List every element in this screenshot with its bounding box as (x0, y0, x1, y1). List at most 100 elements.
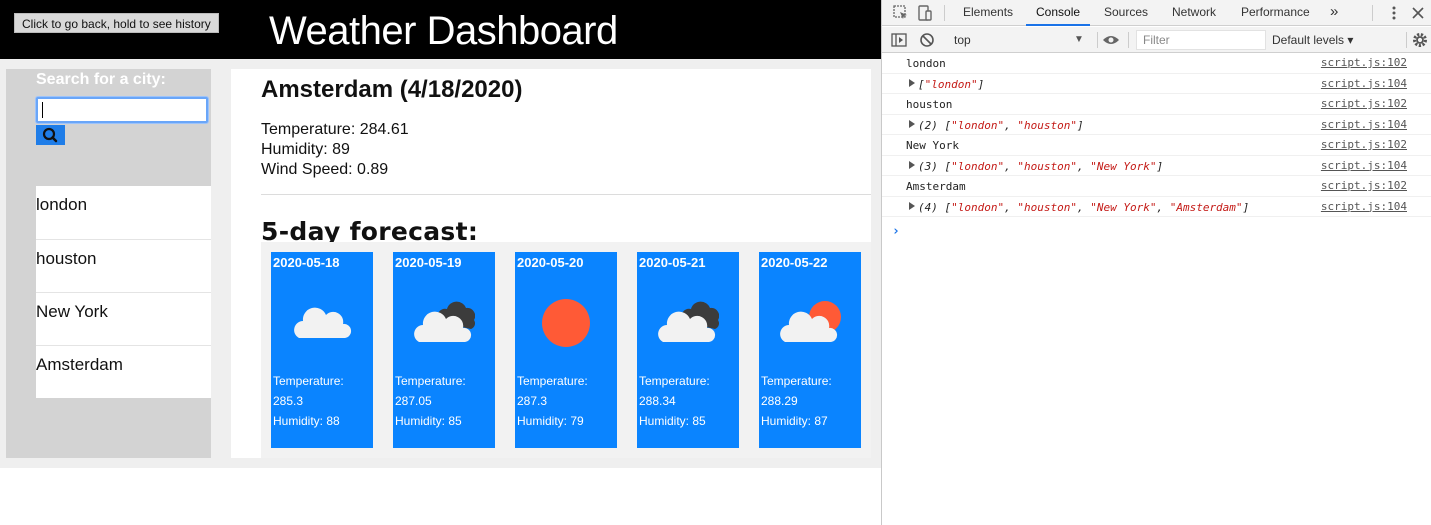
tab-performance[interactable]: Performance (1241, 0, 1310, 26)
array-item: "Amsterdam" (1169, 200, 1243, 214)
console-array-row: (4) ["london", "houston", "New York", "A… (882, 197, 1431, 217)
chevron-down-icon: ▼ (1074, 34, 1084, 45)
source-link[interactable]: script.js:104 (1321, 77, 1407, 90)
header-bar: Click to go back, hold to see history We… (0, 0, 881, 59)
console-message-row: houston script.js:102 (882, 94, 1431, 115)
array-prefix: (3) (918, 159, 945, 173)
source-link[interactable]: script.js:102 (1321, 179, 1407, 192)
forecast-card: 2020-05-19 Temperature: 287.05 Humidity:… (393, 252, 495, 448)
tab-sources[interactable]: Sources (1104, 0, 1148, 26)
dark-clouds-icon (658, 301, 719, 342)
source-link[interactable]: script.js:104 (1321, 159, 1407, 172)
toolbar-separator (1128, 32, 1129, 48)
forecast-strip: 2020-05-18 Temperature: 285.3 Humidity: … (261, 242, 871, 458)
city-history-item[interactable]: houston (36, 239, 211, 292)
console-message-row: london script.js:102 (882, 53, 1431, 74)
expand-triangle-icon[interactable] (909, 201, 915, 210)
more-tabs-button[interactable]: » (1330, 0, 1338, 26)
forecast-humidity: Humidity: 85 (639, 414, 706, 428)
console-log: london script.js:102 ["london"] script.j… (882, 53, 1431, 217)
array-item: "houston" (1017, 159, 1077, 173)
source-link[interactable]: script.js:102 (1321, 97, 1407, 110)
show-sidebar-icon[interactable] (890, 31, 908, 49)
tab-console[interactable]: Console (1026, 0, 1091, 26)
section-divider (261, 194, 871, 195)
current-wind-speed: Wind Speed: 0.89 (261, 161, 389, 178)
forecast-humidity: Humidity: 79 (517, 414, 584, 428)
console-toolbar: top ▼ Filter Default levels ▾ (882, 27, 1431, 53)
weather-main-panel: Amsterdam (4/18/2020) Temperature: 284.6… (231, 69, 871, 458)
array-item: "New York" (1090, 159, 1157, 173)
array-item: "london" (924, 77, 978, 91)
console-array[interactable]: (4) ["london", "houston", "New York", "A… (918, 201, 1249, 214)
forecast-date: 2020-05-18 (273, 255, 340, 270)
forecast-temp-label: Temperature: (395, 374, 466, 388)
devtools-panel: Elements Console Sources Network Perform… (881, 0, 1431, 525)
context-select[interactable]: top ▼ (948, 30, 1088, 50)
console-array-row: ["london"] script.js:104 (882, 74, 1431, 94)
console-array[interactable]: (2) ["london", "houston"] (918, 119, 1084, 132)
log-levels-select[interactable]: Default levels ▾ (1272, 30, 1353, 50)
search-icon (42, 127, 58, 143)
array-item: "houston" (1017, 118, 1077, 132)
forecast-stats: Temperature: 285.3 Humidity: 88 (273, 371, 344, 431)
page-content: Search for a city: london houston New Yo… (0, 59, 881, 468)
current-weather-title: Amsterdam (4/18/2020) (261, 76, 523, 103)
forecast-stats: Temperature: 287.3 Humidity: 79 (517, 371, 588, 431)
forecast-card: 2020-05-22 Temperature: 288.29 Humidity:… (759, 252, 861, 448)
forecast-temp-label: Temperature: (761, 374, 832, 388)
forecast-date: 2020-05-19 (395, 255, 462, 270)
forecast-temp-label: Temperature: (639, 374, 710, 388)
forecast-humidity: Humidity: 87 (761, 414, 828, 428)
sidebar: Search for a city: london houston New Yo… (6, 69, 211, 458)
console-array-row: (3) ["london", "houston", "New York"] sc… (882, 156, 1431, 176)
forecast-card: 2020-05-18 Temperature: 285.3 Humidity: … (271, 252, 373, 448)
source-link[interactable]: script.js:102 (1321, 138, 1407, 151)
console-prompt[interactable]: › (892, 224, 900, 239)
expand-triangle-icon[interactable] (909, 119, 915, 128)
forecast-temp: 287.3 (517, 394, 548, 408)
forecast-date: 2020-05-22 (761, 255, 828, 270)
dark-clouds-icon (414, 301, 475, 342)
app-title: Weather Dashboard (269, 9, 618, 53)
forecast-temp: 288.34 (639, 394, 676, 408)
toolbar-separator (1372, 5, 1373, 21)
forecast-stats: Temperature: 288.34 Humidity: 85 (639, 371, 710, 431)
console-array[interactable]: ["london"] (918, 78, 984, 91)
forecast-stats: Temperature: 288.29 Humidity: 87 (761, 371, 832, 431)
eye-icon[interactable] (1102, 31, 1120, 49)
array-prefix: (4) (918, 200, 945, 214)
console-array[interactable]: (3) ["london", "houston", "New York"] (918, 160, 1163, 173)
forecast-humidity: Humidity: 85 (395, 414, 462, 428)
array-item: "New York" (1090, 200, 1157, 214)
city-history-item[interactable]: New York (36, 292, 211, 345)
console-filter-input[interactable]: Filter (1136, 30, 1266, 50)
search-button[interactable] (36, 125, 65, 145)
city-history-item[interactable]: Amsterdam (36, 345, 211, 398)
array-item: "london" (951, 118, 1005, 132)
device-toolbar-icon[interactable] (916, 4, 934, 22)
city-search-input[interactable] (36, 97, 208, 123)
close-icon[interactable] (1409, 4, 1427, 22)
forecast-temp: 287.05 (395, 394, 432, 408)
tab-network[interactable]: Network (1172, 0, 1216, 26)
sun-behind-cloud-icon (780, 301, 841, 342)
search-label: Search for a city: (36, 71, 166, 88)
forecast-card: 2020-05-20 Temperature: 287.3 Humidity: … (515, 252, 617, 448)
kebab-menu-icon[interactable] (1385, 4, 1403, 22)
expand-triangle-icon[interactable] (909, 160, 915, 169)
expand-triangle-icon[interactable] (909, 78, 915, 87)
web-page: Click to go back, hold to see history We… (0, 0, 881, 525)
text-caret (42, 102, 43, 118)
gear-icon[interactable] (1411, 31, 1429, 49)
city-history-item[interactable]: london (36, 186, 211, 239)
forecast-temp-label: Temperature: (517, 374, 588, 388)
inspect-element-icon[interactable] (892, 4, 910, 22)
source-link[interactable]: script.js:104 (1321, 118, 1407, 131)
source-link[interactable]: script.js:102 (1321, 56, 1407, 69)
forecast-temp: 288.29 (761, 394, 798, 408)
source-link[interactable]: script.js:104 (1321, 200, 1407, 213)
forecast-humidity: Humidity: 88 (273, 414, 340, 428)
tab-elements[interactable]: Elements (963, 0, 1013, 26)
clear-console-icon[interactable] (918, 31, 936, 49)
